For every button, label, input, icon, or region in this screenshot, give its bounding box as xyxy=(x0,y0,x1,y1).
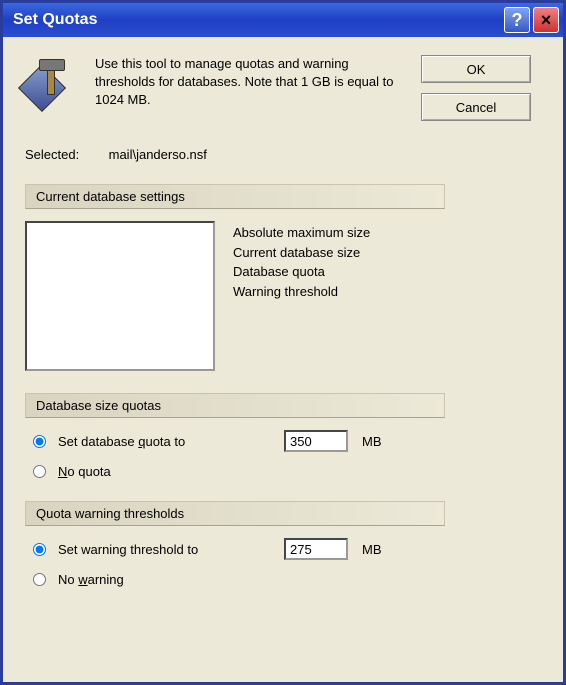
label-cur-size: Current database size xyxy=(233,243,370,263)
radio-set-quota[interactable] xyxy=(33,435,46,448)
quota-tool-icon xyxy=(25,59,73,107)
label-no-quota[interactable]: No quota xyxy=(58,464,111,479)
window-title: Set Quotas xyxy=(13,11,501,29)
help-button[interactable]: ? xyxy=(504,7,530,33)
input-warning-value[interactable] xyxy=(284,538,348,560)
radio-set-warning[interactable] xyxy=(33,543,46,556)
selected-value: mail\janderso.nsf xyxy=(109,147,207,162)
group-size-quotas: Database size quotas xyxy=(25,393,445,418)
label-quota-unit: MB xyxy=(362,434,382,449)
input-quota-value[interactable] xyxy=(284,430,348,452)
radio-no-warning[interactable] xyxy=(33,573,46,586)
cancel-button[interactable]: Cancel xyxy=(421,93,531,121)
label-set-warning[interactable]: Set warning threshold to xyxy=(58,542,258,557)
settings-labels: Absolute maximum size Current database s… xyxy=(233,221,370,371)
dialog-content: Use this tool to manage quotas and warni… xyxy=(3,37,563,682)
ok-button[interactable]: OK xyxy=(421,55,531,83)
group-current-settings: Current database settings xyxy=(25,184,445,209)
settings-listbox[interactable] xyxy=(25,221,215,371)
close-button[interactable]: × xyxy=(533,7,559,33)
label-abs-max: Absolute maximum size xyxy=(233,223,370,243)
radio-no-quota[interactable] xyxy=(33,465,46,478)
label-db-quota: Database quota xyxy=(233,262,370,282)
label-set-quota[interactable]: Set database quota to xyxy=(58,434,258,449)
selected-label: Selected: xyxy=(25,147,105,162)
title-bar: Set Quotas ? × xyxy=(3,3,563,37)
group-warning-thresholds: Quota warning thresholds xyxy=(25,501,445,526)
dialog-window: Set Quotas ? × Use this tool to manage q… xyxy=(0,0,566,685)
description-text: Use this tool to manage quotas and warni… xyxy=(95,55,421,131)
label-warning-unit: MB xyxy=(362,542,382,557)
label-warn-thresh: Warning threshold xyxy=(233,282,370,302)
label-no-warning[interactable]: No warning xyxy=(58,572,124,587)
